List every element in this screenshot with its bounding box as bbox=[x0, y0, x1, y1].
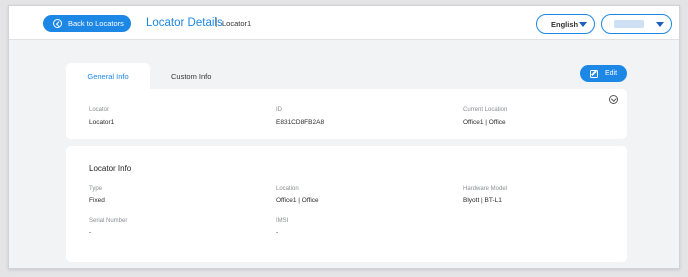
arrow-left-circle-icon bbox=[53, 19, 62, 28]
tab-general-info[interactable]: General Info bbox=[66, 63, 150, 89]
locator-label: Locator bbox=[89, 107, 110, 113]
locator-info-card: Locator Info Type Fixed Location Office1… bbox=[66, 146, 627, 262]
tab-general-info-label: General Info bbox=[87, 71, 129, 81]
language-label: English bbox=[551, 19, 579, 29]
imsi-label: IMSI bbox=[276, 218, 289, 224]
locator-info-title: Locator Info bbox=[89, 164, 132, 173]
user-menu-select[interactable] bbox=[601, 14, 672, 34]
chevron-circle-icon[interactable] bbox=[609, 95, 618, 104]
user-name-redacted bbox=[614, 20, 644, 28]
app-window: Back to Locators Locator Details | Locat… bbox=[8, 5, 680, 269]
tab-custom-info-label: Custom Info bbox=[171, 71, 212, 81]
location-value: Office1 | Office bbox=[276, 197, 319, 204]
edit-button[interactable]: Edit bbox=[580, 65, 627, 82]
hardware-model-value: Blyott | BT-L1 bbox=[463, 197, 502, 204]
breadcrumb: Locator1 bbox=[222, 19, 252, 28]
edit-icon bbox=[590, 69, 598, 78]
serial-number-value: - bbox=[89, 229, 92, 236]
type-value: Fixed bbox=[89, 197, 105, 204]
tab-custom-info[interactable]: Custom Info bbox=[171, 63, 211, 89]
edit-button-label: Edit bbox=[605, 70, 618, 77]
caret-down-icon bbox=[579, 22, 587, 27]
current-location-label: Current Location bbox=[463, 107, 508, 113]
top-bar: Back to Locators Locator Details | Locat… bbox=[9, 6, 679, 40]
serial-number-label: Serial Number bbox=[89, 218, 128, 224]
title-separator: | bbox=[215, 17, 218, 28]
imsi-value: - bbox=[276, 229, 279, 236]
page-title: Locator Details bbox=[146, 17, 223, 29]
location-label: Location bbox=[276, 186, 299, 192]
id-label: ID bbox=[276, 107, 282, 113]
id-value: E831CD8FB2A8 bbox=[276, 119, 325, 126]
locator-value: Locator1 bbox=[89, 119, 115, 126]
back-button-label: Back to Locators bbox=[68, 19, 124, 28]
language-select[interactable]: English bbox=[536, 14, 595, 34]
hardware-model-label: Hardware Model bbox=[463, 186, 508, 192]
summary-card: Locator Locator1 ID E831CD8FB2A8 Current… bbox=[66, 89, 627, 139]
type-label: Type bbox=[89, 186, 103, 192]
caret-down-icon bbox=[656, 22, 664, 27]
back-to-locators-button[interactable]: Back to Locators bbox=[43, 15, 131, 32]
current-location-value: Office1 | Office bbox=[463, 119, 506, 126]
